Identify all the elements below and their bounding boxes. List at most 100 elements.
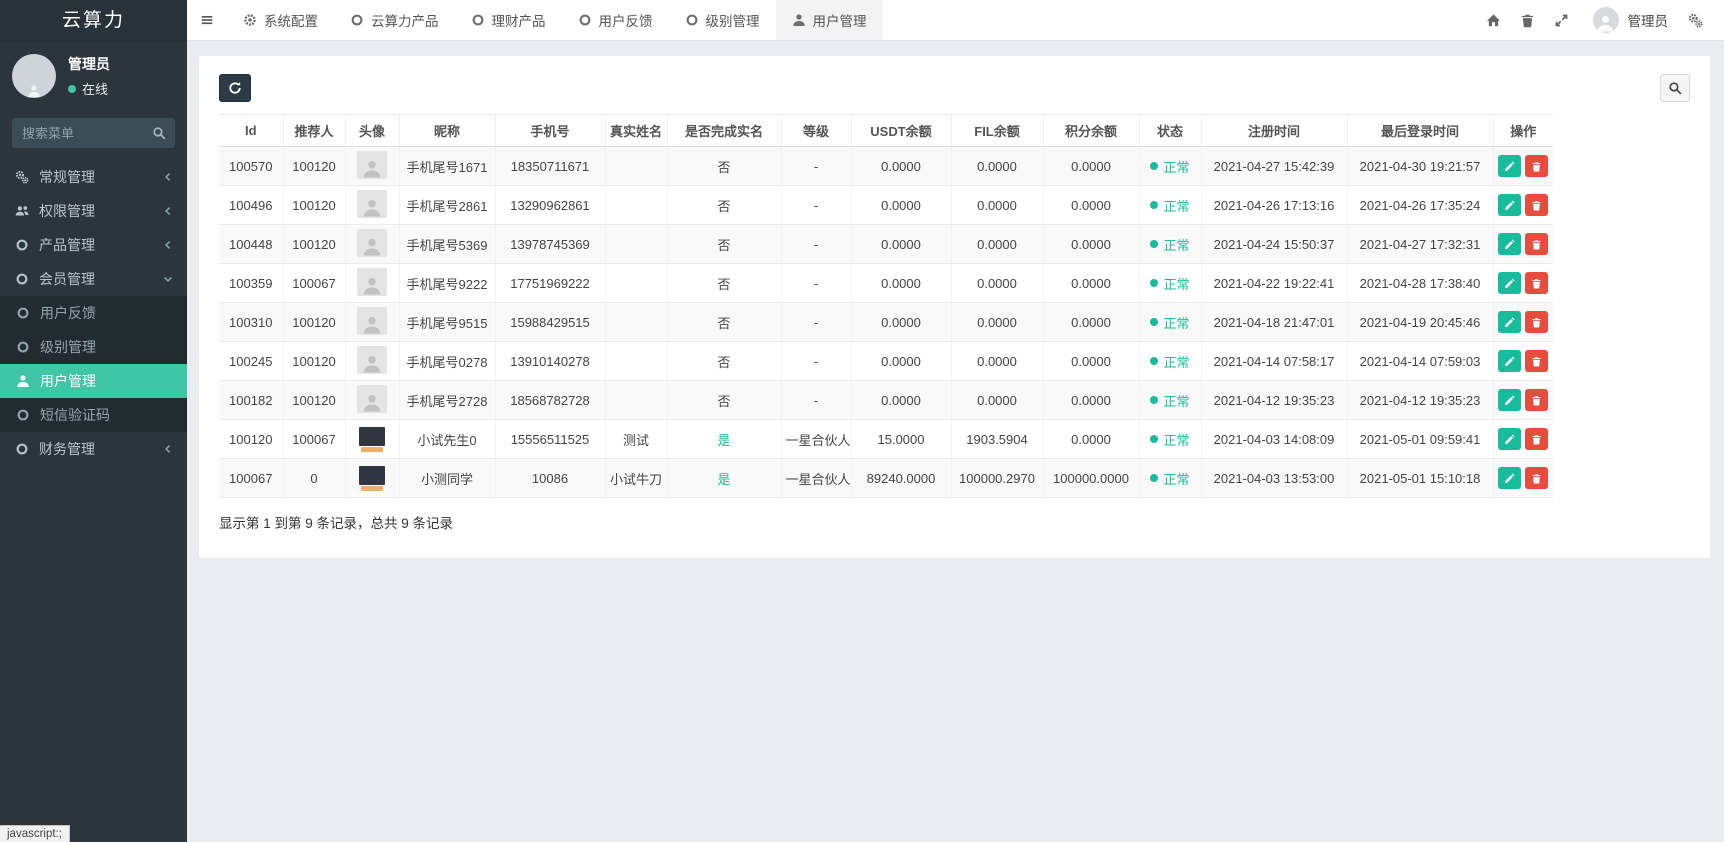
avatar [12, 54, 56, 98]
sidebar-item-member[interactable]: 会员管理 [0, 262, 187, 296]
status-dot [1150, 435, 1159, 443]
status-label: 正常 [1163, 393, 1190, 409]
status-badge: 正常 [1150, 391, 1190, 410]
fil-cell: 0.0000 [950, 224, 1043, 264]
level-cell: - [780, 302, 851, 342]
users-table: Id 推荐人 头像 昵称 手机号 真实姓名 是否完成实名 等级 USDT余额 FIL余额 积分余额状… [219, 114, 1553, 498]
status-badge: 正常 [1150, 430, 1190, 449]
table-row: 100182 100120 手机尾号2728 18568782728 否 -0.0000 0… [219, 380, 1553, 420]
tab-user-management[interactable]: 用户管理 [775, 0, 883, 40]
table-row: 100067 0 小测同学 10086 小试牛刀是一星合伙人 89240.0000 1000… [219, 458, 1553, 498]
sidebar-toggle-button[interactable] [187, 0, 227, 40]
referrer-cell: 100120 [282, 185, 345, 225]
referrer-cell: 0 [282, 458, 345, 498]
points-cell: 100000.0000 [1042, 458, 1139, 498]
pencil-icon [1504, 473, 1515, 484]
sidebar-subitem-sms-code[interactable]: 短信验证码 [0, 398, 187, 432]
registered-cell: 2021-04-27 15:42:39 [1200, 146, 1347, 186]
edit-button[interactable] [1498, 389, 1522, 411]
avatar-placeholder-icon [357, 189, 387, 218]
points-cell: 0.0000 [1042, 419, 1139, 459]
level-cell: - [780, 341, 851, 381]
edit-button[interactable] [1498, 194, 1522, 216]
fullscreen-button[interactable] [1545, 0, 1579, 41]
search-input[interactable] [12, 118, 175, 148]
tab-user-feedback[interactable]: 用户反馈 [562, 0, 669, 40]
sidebar-item-general[interactable]: 常规管理 [0, 160, 187, 194]
level-cell: - [780, 263, 851, 303]
delete-button[interactable] [1525, 467, 1549, 489]
tab-label: 云算力产品 [371, 14, 439, 29]
id-cell: 100448 [219, 224, 283, 264]
navbar-user-menu[interactable]: 管理员 [1592, 7, 1668, 33]
home-button[interactable] [1477, 0, 1511, 41]
tab-system-config[interactable]: 系统配置 [227, 0, 334, 40]
sidebar-search [12, 118, 175, 148]
sidebar-submenu-member: 用户反馈 级别管理 用户管理 短信验证码 [0, 296, 187, 432]
table-search-button[interactable] [1660, 74, 1690, 102]
id-cell: 100570 [219, 146, 283, 186]
refresh-button[interactable] [219, 74, 251, 102]
delete-button[interactable] [1525, 272, 1549, 294]
online-status-label: 在线 [82, 82, 109, 97]
trash-icon [1531, 278, 1542, 289]
registered-cell: 2021-04-22 19:22:41 [1200, 263, 1347, 303]
sidebar-item-permission[interactable]: 权限管理 [0, 194, 187, 228]
settings-button[interactable] [1678, 0, 1712, 41]
edit-button[interactable] [1498, 467, 1522, 489]
level-cell: - [780, 380, 851, 420]
navbar-avatar [1592, 7, 1619, 33]
delete-button[interactable] [1525, 194, 1549, 216]
points-cell: 0.0000 [1042, 302, 1139, 342]
tab-cloud-products[interactable]: 云算力产品 [334, 0, 455, 40]
sidebar-subitem-user-management[interactable]: 用户管理 [0, 364, 187, 398]
edit-button[interactable] [1498, 428, 1522, 450]
clear-button[interactable] [1511, 0, 1545, 41]
sidebar-item-product[interactable]: 产品管理 [0, 228, 187, 262]
sidebar-item-finance[interactable]: 财务管理 [0, 432, 187, 466]
status-badge: 正常 [1150, 274, 1190, 293]
level-cell: - [780, 224, 851, 264]
delete-button[interactable] [1525, 428, 1549, 450]
actions-cell [1492, 302, 1553, 342]
online-dot [68, 84, 76, 93]
avatar-placeholder-icon [357, 150, 387, 179]
fil-cell: 0.0000 [950, 302, 1043, 342]
delete-button[interactable] [1525, 155, 1549, 177]
trash-icon [1531, 161, 1542, 172]
circle-icon [471, 13, 485, 27]
table-row: 100310 100120 手机尾号9515 15988429515 否 -0.0000 0… [219, 302, 1553, 342]
sidebar-subitem-level-management[interactable]: 级别管理 [0, 330, 187, 364]
id-cell: 100182 [219, 380, 283, 420]
delete-button[interactable] [1525, 233, 1549, 255]
usdt-cell: 0.0000 [850, 146, 951, 186]
last_login-cell: 2021-04-30 19:21:57 [1346, 146, 1493, 186]
sidebar-user-name: 管理员 [68, 56, 110, 72]
delete-button[interactable] [1525, 311, 1549, 333]
delete-button[interactable] [1525, 350, 1549, 372]
column-header: 注册时间 [1200, 114, 1347, 147]
avatar-placeholder-icon [357, 228, 387, 257]
real_name-cell: 测试 [604, 419, 667, 459]
sidebar-subitem-user-feedback[interactable]: 用户反馈 [0, 296, 187, 330]
edit-button[interactable] [1498, 311, 1522, 333]
verified-flag: 否 [717, 354, 731, 370]
delete-button[interactable] [1525, 389, 1549, 411]
tab-level-management[interactable]: 级别管理 [669, 0, 776, 40]
fil-cell: 0.0000 [950, 263, 1043, 303]
usdt-cell: 0.0000 [850, 341, 951, 381]
tab-finance-products[interactable]: 理财产品 [455, 0, 562, 40]
app-root: 云算力 管理员 在线 常规管理权限管理产品管理会员管理用户反馈级别管理用户管理短… [0, 0, 1724, 842]
points-cell: 0.0000 [1042, 224, 1139, 264]
edit-button[interactable] [1498, 272, 1522, 294]
chevron-left-icon [163, 444, 173, 454]
edit-button[interactable] [1498, 155, 1522, 177]
verified-cell: 否 [666, 380, 781, 420]
usdt-cell: 0.0000 [850, 185, 951, 225]
trash-icon [1531, 434, 1542, 445]
real_name-cell [604, 302, 667, 342]
edit-button[interactable] [1498, 233, 1522, 255]
users-icon [15, 204, 29, 218]
edit-button[interactable] [1498, 350, 1522, 372]
column-header: 积分余额 [1042, 114, 1139, 147]
